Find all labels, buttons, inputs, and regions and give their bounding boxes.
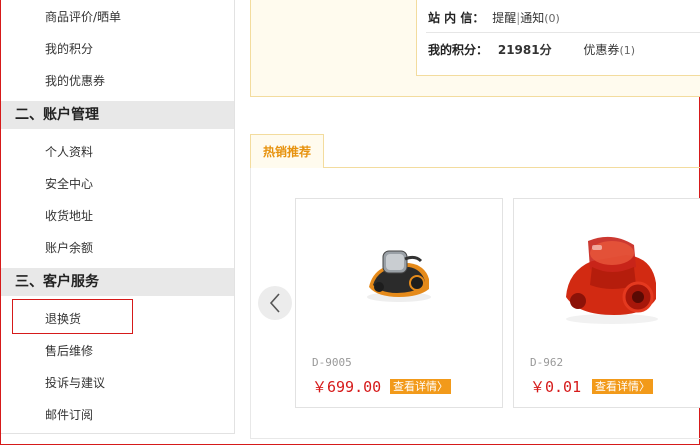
product-card[interactable]: D-9005 ￥699.00 查看详情〉 xyxy=(295,198,503,408)
carousel-prev-button[interactable] xyxy=(258,286,292,320)
coupon-count: (1) xyxy=(619,44,636,57)
section-account-header: 二、账户管理 xyxy=(1,101,234,129)
coupon-link[interactable]: 优惠券 xyxy=(583,43,619,57)
tab-hot-recommend[interactable]: 热销推荐 xyxy=(250,134,324,168)
product-card[interactable]: D-962 ￥0.01 查看详情〉 xyxy=(513,198,700,408)
sidebar: 商品评价/晒单 我的积分 我的优惠券 二、账户管理 个人资料 安全中心 收货地址… xyxy=(1,0,235,434)
sidebar-item-coupons[interactable]: 我的优惠券 xyxy=(45,72,105,89)
sidebar-item-repair[interactable]: 售后维修 xyxy=(45,342,93,359)
inbox-count: (0) xyxy=(544,12,560,25)
product-model: D-962 xyxy=(530,356,564,369)
view-details-label: 查看详情 xyxy=(393,380,437,393)
chevron-left-icon xyxy=(269,293,280,313)
info-divider xyxy=(426,32,700,33)
sidebar-item-balance[interactable]: 账户余额 xyxy=(45,239,93,256)
vacuum-cleaner-image xyxy=(565,236,658,324)
sidebar-item-points[interactable]: 我的积分 xyxy=(45,40,93,57)
chevron-right-icon: 〉 xyxy=(639,380,650,393)
product-price: ￥699.00 xyxy=(312,378,382,396)
product-model: D-9005 xyxy=(312,356,352,369)
sidebar-item-subscribe[interactable]: 邮件订阅 xyxy=(45,406,93,423)
section-service-header: 三、客户服务 xyxy=(1,268,234,296)
inbox-reminder-link[interactable]: 提醒 xyxy=(492,11,516,25)
view-details-label: 查看详情 xyxy=(595,380,639,393)
inbox-label: 站 内 信： xyxy=(428,11,485,25)
points-row: 我的积分： 21981分 优惠券(1) xyxy=(428,41,635,58)
chevron-right-icon: 〉 xyxy=(437,380,448,393)
sidebar-item-security[interactable]: 安全中心 xyxy=(45,175,93,192)
inbox-row: 站 内 信： 提醒|通知(0) xyxy=(428,9,560,26)
sidebar-item-profile[interactable]: 个人资料 xyxy=(45,143,93,160)
sidebar-item-complaints[interactable]: 投诉与建议 xyxy=(45,374,105,391)
inbox-notice-link[interactable]: 通知 xyxy=(520,11,544,25)
sidebar-item-address[interactable]: 收货地址 xyxy=(45,207,93,224)
sidebar-item-returns[interactable]: 退换货 xyxy=(45,310,81,327)
vacuum-cleaner-image xyxy=(367,250,431,302)
view-details-button[interactable]: 查看详情〉 xyxy=(592,379,653,394)
points-value: 21981分 xyxy=(497,43,552,57)
view-details-button[interactable]: 查看详情〉 xyxy=(390,379,451,394)
sidebar-item-reviews[interactable]: 商品评价/晒单 xyxy=(45,8,121,25)
points-label: 我的积分： xyxy=(428,43,489,57)
product-price: ￥0.01 xyxy=(530,378,582,396)
